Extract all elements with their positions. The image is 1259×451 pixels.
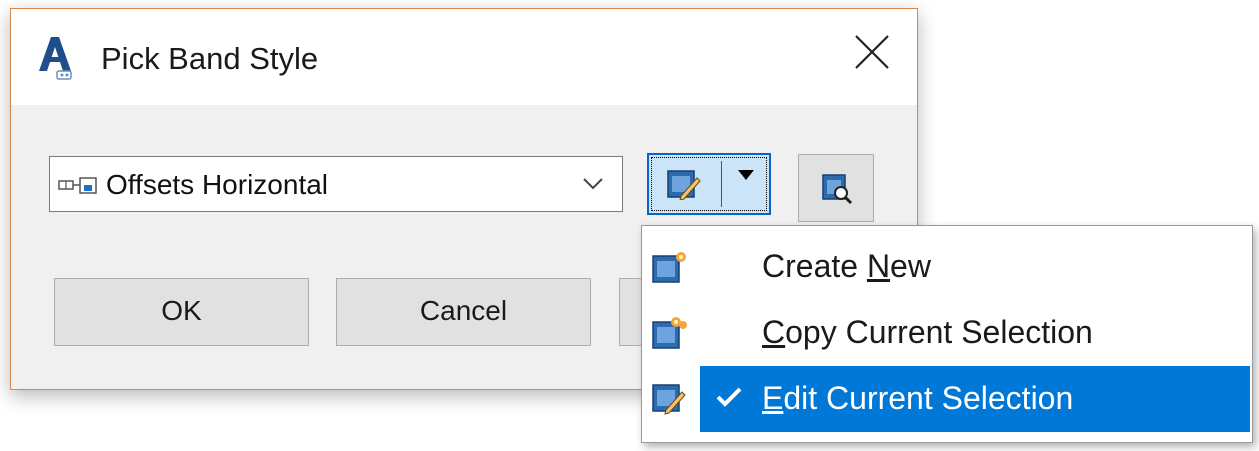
title-bar[interactable]: Pick Band Style (11, 9, 917, 105)
menu-item-label: Copy Current Selection (762, 314, 1093, 350)
pick-from-drawing-button[interactable] (798, 154, 874, 222)
edit-style-button[interactable] (649, 155, 719, 213)
create-new-style-icon (652, 252, 686, 283)
edit-style-dropdown-menu: Create New Copy Current Selection Edit C… (641, 225, 1253, 443)
close-x-icon (855, 35, 889, 69)
checkmark-icon (716, 387, 742, 407)
autocad-civil-a-icon (37, 37, 73, 81)
menu-item-label: Edit Current Selection (762, 380, 1074, 416)
band-style-dropdown[interactable]: Offsets Horizontal (49, 156, 623, 212)
triangle-down-icon (738, 170, 754, 180)
selected-style-value: Offsets Horizontal (106, 169, 329, 200)
cancel-button[interactable]: Cancel (336, 278, 591, 346)
edit-style-icon (667, 170, 701, 200)
menu-item-copy-current-selection[interactable]: Copy Current Selection (644, 300, 1250, 366)
menu-item-label: Create New (762, 248, 931, 284)
menu-item-edit-current-selection[interactable]: Edit Current Selection (644, 366, 1250, 432)
edit-style-dropdown-arrow[interactable] (723, 155, 769, 213)
split-separator (721, 161, 722, 207)
window-title: Pick Band Style (101, 41, 319, 76)
menu-item-create-new[interactable]: Create New (644, 234, 1250, 300)
pick-from-drawing-icon (822, 174, 853, 205)
chevron-down-icon (583, 178, 603, 190)
ok-button[interactable]: OK (54, 278, 309, 346)
edit-style-split-button[interactable] (647, 153, 771, 215)
band-style-icon (58, 177, 97, 194)
close-button[interactable] (837, 21, 907, 83)
edit-style-icon (652, 384, 686, 415)
copy-style-icon (652, 317, 687, 349)
